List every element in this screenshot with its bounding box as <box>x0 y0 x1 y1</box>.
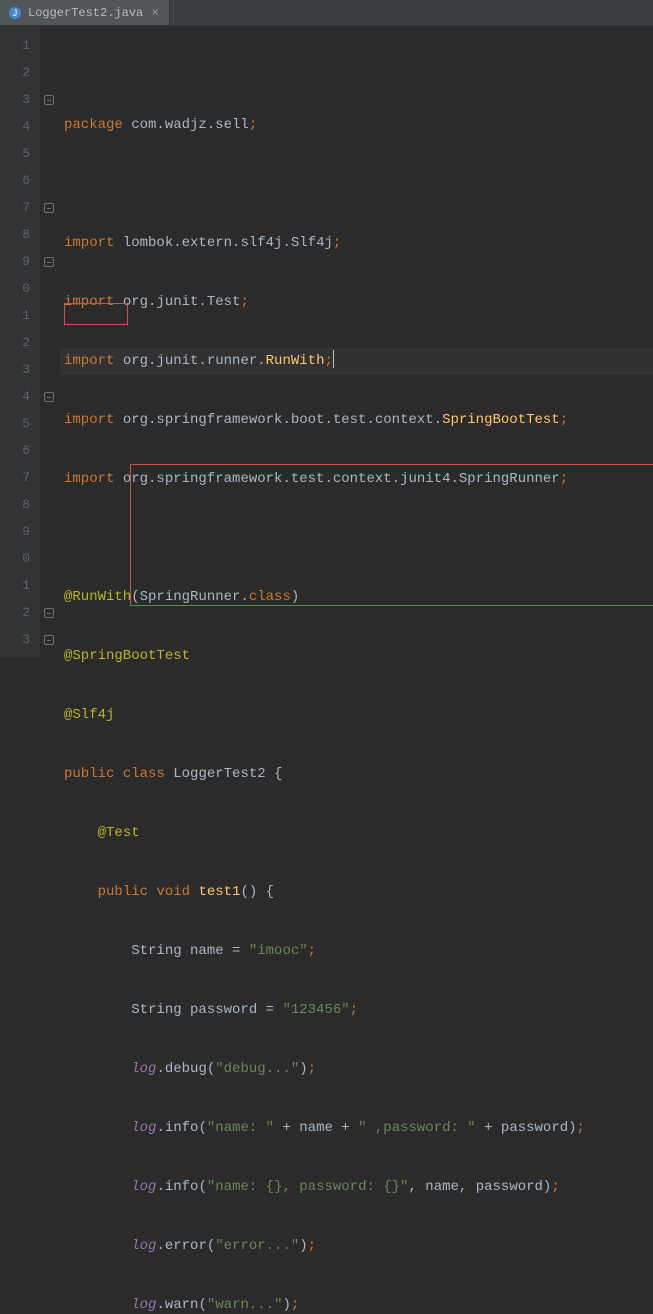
fold-toggle-icon[interactable] <box>44 392 54 402</box>
fold-toggle-icon[interactable] <box>44 203 54 213</box>
code-line <box>60 525 653 552</box>
file-tab[interactable]: J LoggerTest2.java × <box>0 0 170 25</box>
line-number-gutter: 1 2 3 4 5 6 7 8 9 0 1 2 3 4 5 6 7 8 9 0 <box>0 26 40 657</box>
code-line: log.warn("warn..."); <box>60 1292 653 1314</box>
code-content[interactable]: package com.wadjz.sell; import lombok.ex… <box>60 26 653 657</box>
code-line: @RunWith(SpringRunner.class) <box>60 584 653 611</box>
tab-filename: LoggerTest2.java <box>28 6 143 20</box>
fold-gutter <box>40 26 60 657</box>
java-file-icon: J <box>8 6 22 20</box>
fold-toggle-icon[interactable] <box>44 635 54 645</box>
code-line: String password = "123456"; <box>60 997 653 1024</box>
code-line: import org.springframework.boot.test.con… <box>60 407 653 434</box>
close-icon[interactable]: × <box>149 7 161 19</box>
code-line: package com.wadjz.sell; <box>60 112 653 139</box>
text-cursor <box>333 350 334 368</box>
code-line: import lombok.extern.slf4j.Slf4j; <box>60 230 653 257</box>
fold-toggle-icon[interactable] <box>44 608 54 618</box>
code-line: @Slf4j <box>60 702 653 729</box>
fold-toggle-icon[interactable] <box>44 95 54 105</box>
tab-bar: J LoggerTest2.java × <box>0 0 653 26</box>
code-line: log.info("name: " + name + " ,password: … <box>60 1115 653 1142</box>
code-line: import org.springframework.test.context.… <box>60 466 653 493</box>
code-line: log.error("error..."); <box>60 1233 653 1260</box>
code-line <box>60 171 653 198</box>
code-line: public class LoggerTest2 { <box>60 761 653 788</box>
code-line: log.info("name: {}, password: {}", name,… <box>60 1174 653 1201</box>
code-line: log.debug("debug..."); <box>60 1056 653 1083</box>
code-line: import org.junit.Test; <box>60 289 653 316</box>
code-line: import org.junit.runner.RunWith; <box>60 348 653 375</box>
code-editor[interactable]: 1 2 3 4 5 6 7 8 9 0 1 2 3 4 5 6 7 8 9 0 <box>0 26 653 657</box>
fold-toggle-icon[interactable] <box>44 257 54 267</box>
code-line: @Test <box>60 820 653 847</box>
code-line: String name = "imooc"; <box>60 938 653 965</box>
code-line: public void test1() { <box>60 879 653 906</box>
svg-text:J: J <box>13 8 18 18</box>
